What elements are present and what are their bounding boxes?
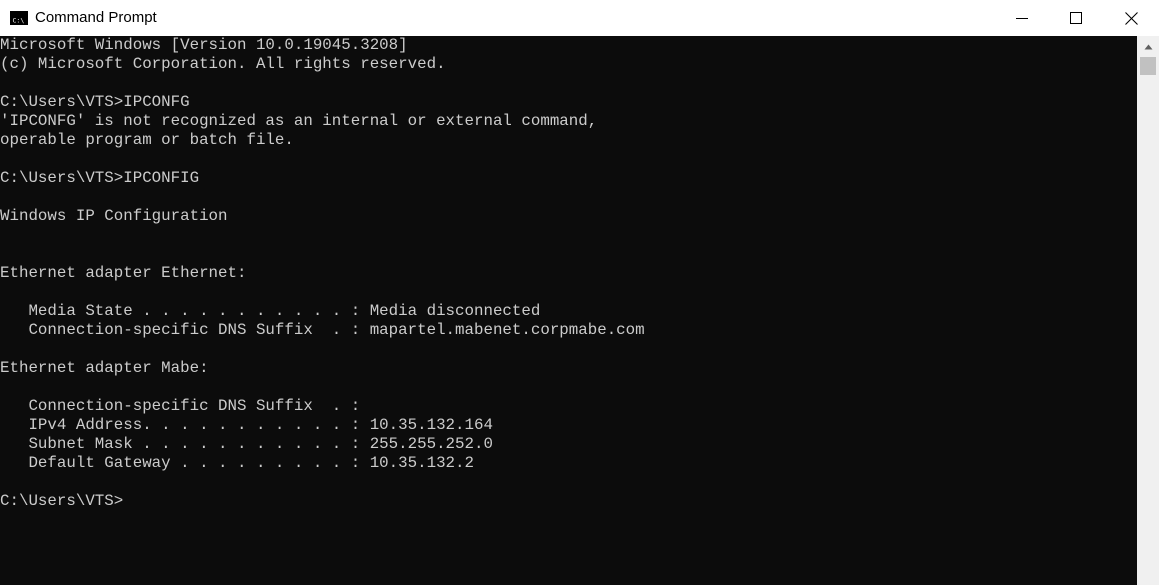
console-line: C:\Users\VTS>IPCONFG <box>0 93 190 111</box>
console-line: operable program or batch file. <box>0 131 294 149</box>
console-line: Connection-specific DNS Suffix . : mapar… <box>0 321 645 339</box>
console-line: Subnet Mask . . . . . . . . . . . : 255.… <box>0 435 493 453</box>
console-line: IPv4 Address. . . . . . . . . . . : 10.3… <box>0 416 493 434</box>
close-icon <box>1124 11 1138 25</box>
console-line: Microsoft Windows [Version 10.0.19045.32… <box>0 36 408 54</box>
minimize-icon <box>1016 12 1028 24</box>
minimize-button[interactable] <box>995 0 1049 36</box>
command-prompt-line[interactable]: C:\Users\VTS> <box>0 492 123 511</box>
title-bar[interactable]: C:\ Command Prompt <box>0 0 1159 36</box>
console-line: Media State . . . . . . . . . . . : Medi… <box>0 302 541 320</box>
console-line: Ethernet adapter Ethernet: <box>0 264 247 282</box>
scroll-up-button[interactable] <box>1137 36 1159 56</box>
console-line: Default Gateway . . . . . . . . . : 10.3… <box>0 454 474 472</box>
console-line: 'IPCONFG' is not recognized as an intern… <box>0 112 598 130</box>
window-title: Command Prompt <box>35 9 157 26</box>
console-output[interactable]: Microsoft Windows [Version 10.0.19045.32… <box>0 36 1137 585</box>
cmd-app-icon: C:\ <box>10 11 28 25</box>
console-line: Windows IP Configuration <box>0 207 228 225</box>
vertical-scrollbar[interactable] <box>1137 36 1159 585</box>
console-line: Ethernet adapter Mabe: <box>0 359 209 377</box>
console-line: Connection-specific DNS Suffix . : <box>0 397 361 415</box>
close-button[interactable] <box>1103 0 1159 36</box>
maximize-button[interactable] <box>1049 0 1103 36</box>
console-line: (c) Microsoft Corporation. All rights re… <box>0 55 446 73</box>
command-prompt-window: C:\ Command Prompt Microsoft Windows [Ve… <box>0 0 1159 585</box>
scroll-up-arrow-icon <box>1144 37 1153 55</box>
maximize-icon <box>1070 12 1082 24</box>
svg-text:C:\: C:\ <box>13 17 25 25</box>
scrollbar-thumb[interactable] <box>1140 57 1156 75</box>
console-line: C:\Users\VTS>IPCONFIG <box>0 169 200 187</box>
